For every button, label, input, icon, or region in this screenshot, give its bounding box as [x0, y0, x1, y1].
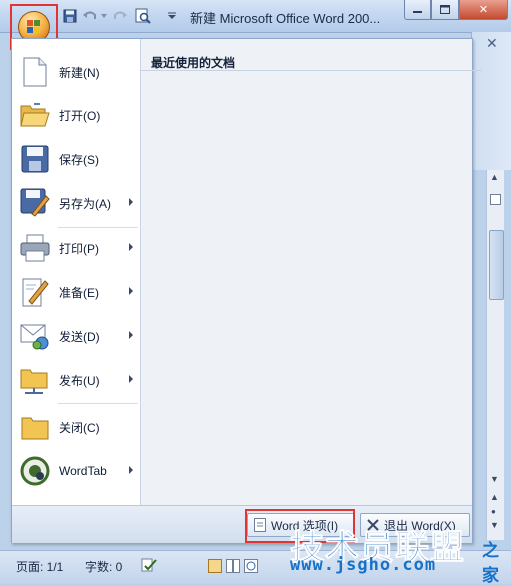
proofing-icon[interactable] [140, 557, 158, 576]
printer-icon [19, 232, 51, 264]
watermark-suffix: 之家 [482, 541, 499, 585]
close-folder-icon [19, 411, 51, 443]
menu-item-label: 准备(E) [59, 285, 99, 300]
menu-item-label: 打印(P) [59, 241, 99, 256]
menu-item-publish[interactable]: 发布(U) [12, 358, 140, 402]
vertical-scrollbar[interactable]: ▲ ▼ ▲ ● ▼ [486, 170, 504, 540]
ruler-toggle-icon[interactable] [490, 194, 501, 208]
menu-item-label: 另存为(A) [59, 196, 111, 211]
save-as-icon [19, 187, 51, 219]
recent-documents-pane: 最近使用的文档 [141, 39, 482, 505]
customize-dropdown-icon[interactable] [166, 8, 178, 24]
save-icon[interactable] [62, 8, 78, 24]
next-page-icon[interactable]: ▼ [490, 520, 499, 530]
menu-item-new[interactable]: 新建(N) [12, 50, 140, 94]
menu-item-label: 发布(U) [59, 373, 100, 388]
undo-icon[interactable] [82, 8, 98, 24]
scroll-up-icon[interactable]: ▲ [490, 172, 499, 182]
menu-separator [58, 403, 138, 404]
menu-item-send[interactable]: 发送(D) [12, 314, 140, 358]
window-controls: ✕ [404, 0, 509, 21]
submenu-arrow-icon [129, 375, 133, 383]
undo-dropdown-icon[interactable] [100, 8, 108, 24]
submenu-arrow-icon [129, 243, 133, 251]
send-icon [19, 320, 51, 352]
menu-item-open[interactable]: 打开(O) [12, 93, 140, 137]
browse-object-icon[interactable]: ● [491, 507, 496, 516]
window-title: 新建 Microsoft Office Word 200... [190, 11, 381, 26]
menu-item-close[interactable]: 关闭(C) [12, 405, 140, 449]
menu-item-save-as[interactable]: 另存为(A) [12, 181, 140, 225]
print-preview-icon[interactable] [135, 8, 151, 24]
menu-item-save[interactable]: 保存(S) [12, 137, 140, 181]
watermark-url: www.jsgho.com [290, 555, 437, 575]
print-layout-view-icon[interactable] [208, 559, 222, 576]
new-document-icon [19, 56, 51, 88]
menu-item-label: 关闭(C) [59, 420, 100, 435]
menu-item-label: WordTab [59, 464, 107, 478]
submenu-arrow-icon [129, 331, 133, 339]
page-count[interactable]: 页面: 1/1 [16, 558, 63, 575]
web-layout-icon[interactable] [244, 559, 258, 576]
redo-icon[interactable] [112, 8, 128, 24]
previous-page-icon[interactable]: ▲ [490, 492, 499, 502]
menu-item-label: 新建(N) [59, 65, 100, 80]
title-bar: 新建 Microsoft Office Word 200... ✕ [0, 0, 511, 33]
wordtab-icon [19, 455, 51, 487]
menu-item-label: 打开(O) [59, 108, 101, 123]
document-close-icon[interactable]: ✕ [486, 35, 498, 52]
menu-item-label: 保存(S) [59, 152, 99, 167]
office-menu-commands: 新建(N) 打开(O) 保存(S) 另存为(A) 打印(P) 准备(E) 发送(… [12, 39, 141, 505]
publish-icon [19, 364, 51, 396]
word-count[interactable]: 字数: 0 [85, 558, 122, 575]
open-folder-icon [19, 99, 51, 131]
maximize-button[interactable] [431, 0, 459, 20]
prepare-icon [19, 276, 51, 308]
menu-item-prepare[interactable]: 准备(E) [12, 270, 140, 314]
minimize-button[interactable] [404, 0, 432, 20]
submenu-arrow-icon [129, 466, 133, 474]
submenu-arrow-icon [129, 198, 133, 206]
scroll-thumb[interactable] [489, 230, 504, 300]
full-screen-reading-icon[interactable] [226, 559, 240, 576]
close-window-button[interactable]: ✕ [458, 0, 509, 20]
save-icon [19, 143, 51, 175]
close-icon: ✕ [478, 4, 489, 16]
office-menu: 新建(N) 打开(O) 保存(S) 另存为(A) 打印(P) 准备(E) 发送(… [11, 38, 482, 543]
submenu-arrow-icon [129, 287, 133, 295]
scroll-down-icon[interactable]: ▼ [490, 474, 499, 484]
menu-item-wordtab[interactable]: WordTab [12, 449, 140, 493]
menu-item-print[interactable]: 打印(P) [12, 226, 140, 270]
recent-documents-header: 最近使用的文档 [141, 39, 482, 71]
menu-item-label: 发送(D) [59, 329, 100, 344]
